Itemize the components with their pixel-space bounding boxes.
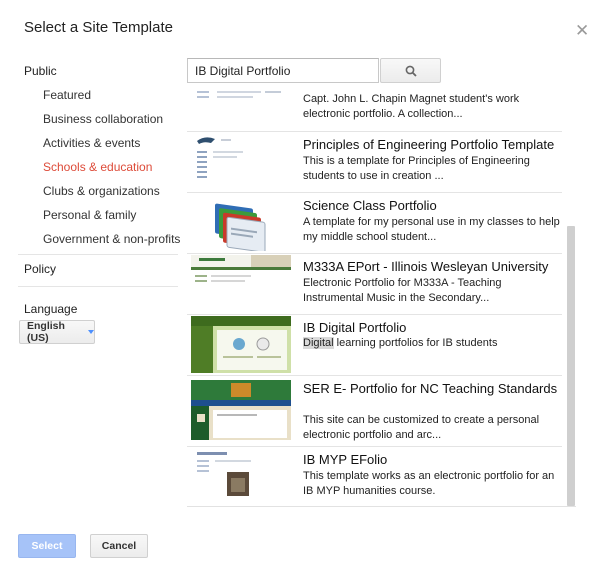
policy-heading[interactable]: Policy [24, 262, 56, 276]
results-scrollbar-thumb[interactable] [567, 226, 575, 506]
category-business-collaboration[interactable]: Business collaboration [43, 112, 163, 126]
template-item[interactable]: IB Digital Portfolio Digital learning po… [187, 314, 562, 376]
template-item[interactable]: SER E- Portfolio for NC Teaching Standar… [187, 375, 562, 447]
template-description: Electronic Portfolio for M333A - Teachin… [303, 277, 502, 304]
search-input[interactable] [187, 58, 379, 83]
template-description: This site can be customized to create a … [303, 414, 540, 441]
category-clubs-organizations[interactable]: Clubs & organizations [43, 184, 160, 198]
template-thumbnail [191, 194, 291, 251]
template-title: IB MYP EFolio [303, 452, 388, 467]
cancel-button[interactable]: Cancel [90, 534, 148, 558]
sidebar-divider [18, 286, 178, 287]
language-heading: Language [24, 302, 78, 316]
template-thumbnail [191, 255, 291, 312]
close-icon[interactable]: ✕ [575, 22, 589, 39]
search-button[interactable] [380, 58, 441, 83]
chevron-down-icon [88, 330, 94, 334]
dialog-title: Select a Site Template [24, 19, 173, 36]
template-thumbnail [191, 88, 291, 131]
template-description: Digital learning portfolios for IB stude… [303, 337, 498, 349]
template-thumbnail [191, 448, 291, 505]
public-heading[interactable]: Public [24, 64, 57, 78]
template-description: Capt. John L. Chapin Magnet student's wo… [303, 93, 520, 120]
template-item[interactable]: Science Class Portfolio A template for m… [187, 192, 562, 254]
category-government-nonprofits[interactable]: Government & non-profits [43, 232, 180, 246]
category-activities-events[interactable]: Activities & events [43, 136, 140, 150]
category-schools-education[interactable]: Schools & education [43, 160, 152, 174]
language-select-value: English (US) [27, 320, 65, 344]
sidebar-divider [18, 254, 178, 255]
template-title: M333A EPort - Illinois Wesleyan Universi… [303, 259, 549, 274]
template-title: IB Digital Portfolio [303, 320, 407, 335]
template-item[interactable]: Capt. John L. Chapin Magnet student's wo… [187, 88, 562, 132]
template-description: This template works as an electronic por… [303, 470, 555, 497]
template-title: SER E- Portfolio for NC Teaching Standar… [303, 381, 558, 396]
template-results-list: Capt. John L. Chapin Magnet student's wo… [187, 88, 576, 507]
template-thumbnail [191, 380, 291, 440]
category-personal-family[interactable]: Personal & family [43, 208, 136, 222]
search-icon [405, 65, 417, 77]
template-description: A template for my personal use in my cla… [303, 216, 560, 243]
search-highlight: Digital [303, 337, 334, 349]
template-item[interactable]: Principles of Engineering Portfolio Temp… [187, 131, 562, 193]
template-thumbnail [191, 133, 291, 190]
template-thumbnail [191, 316, 291, 373]
template-description: This is a template for Principles of Eng… [303, 155, 530, 182]
template-item[interactable]: M333A EPort - Illinois Wesleyan Universi… [187, 253, 562, 315]
template-title: Science Class Portfolio [303, 198, 437, 213]
template-title: Principles of Engineering Portfolio Temp… [303, 137, 555, 152]
category-featured[interactable]: Featured [43, 88, 91, 102]
template-item[interactable]: IB MYP EFolio This template works as an … [187, 446, 562, 506]
select-button[interactable]: Select [18, 534, 76, 558]
language-select[interactable]: English (US) [19, 320, 95, 344]
